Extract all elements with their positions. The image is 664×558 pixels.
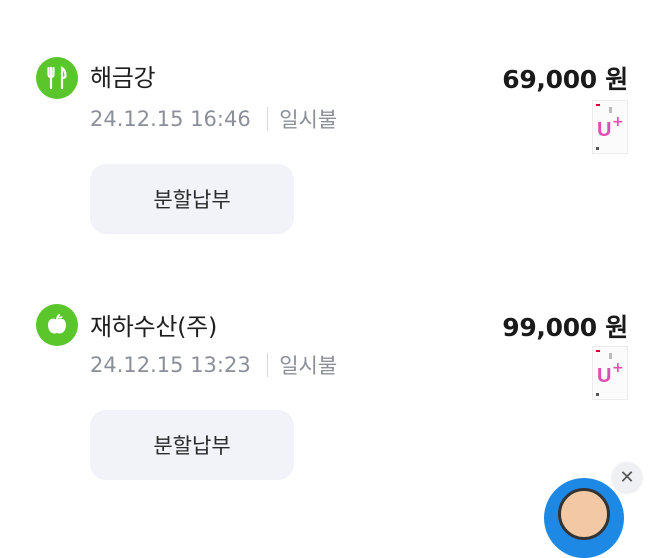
payment-type: 일시불 xyxy=(279,108,338,132)
transaction-datetime: 24.12.15 16:46 xyxy=(90,107,251,131)
divider xyxy=(266,353,269,377)
merchant-name: 해금강 xyxy=(90,64,156,92)
installment-button[interactable]: 분할납부 xyxy=(90,410,294,480)
divider xyxy=(266,107,269,131)
installment-button[interactable]: 분할납부 xyxy=(90,164,294,234)
transaction-amount: 69,000 원 xyxy=(502,65,628,94)
merchant-name: 재하수산(주) xyxy=(90,313,218,341)
transaction-datetime: 24.12.15 13:23 xyxy=(90,353,251,377)
chatbot-avatar-icon[interactable] xyxy=(544,478,624,558)
apple-icon xyxy=(36,304,78,346)
transaction-amount: 99,000 원 xyxy=(502,313,628,342)
lg-uplus-card-icon: U + xyxy=(592,346,628,400)
transaction-meta: 24.12.15 13:23 일시불 xyxy=(90,350,337,380)
avatar-face xyxy=(558,488,610,540)
payment-type: 일시불 xyxy=(279,354,338,378)
transaction-meta: 24.12.15 16:46 일시불 xyxy=(90,104,337,134)
lg-uplus-card-icon: U + xyxy=(592,100,628,154)
fork-knife-icon xyxy=(36,57,78,99)
close-icon[interactable]: ✕ xyxy=(612,462,642,492)
